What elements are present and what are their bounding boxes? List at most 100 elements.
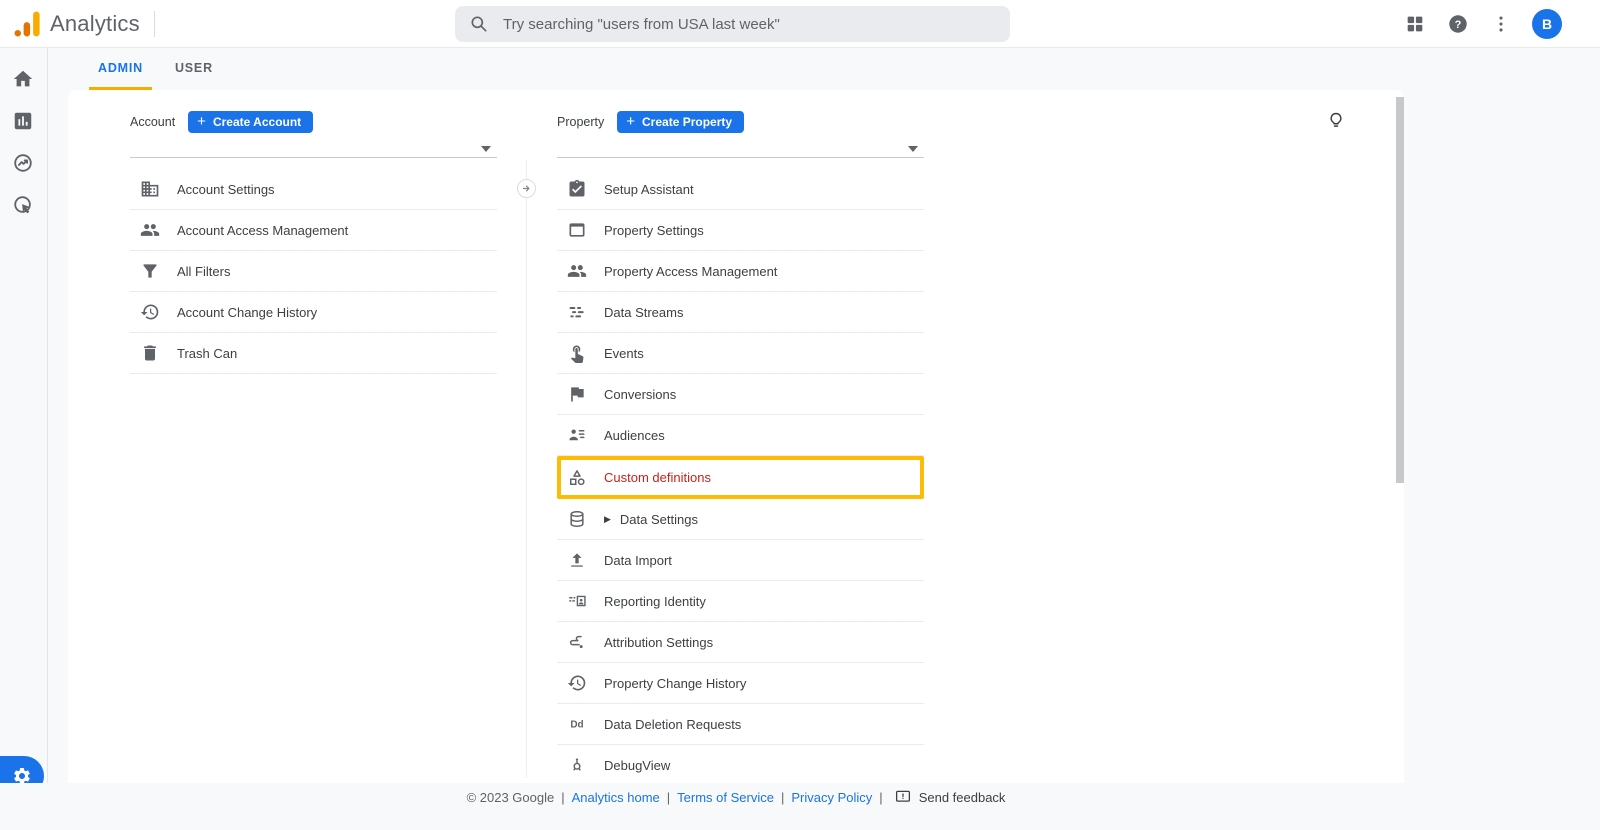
search-bar[interactable] bbox=[455, 6, 1010, 42]
top-bar: Analytics ? B bbox=[0, 0, 1600, 48]
account-column: Account + Create Account Account Setting… bbox=[130, 90, 497, 374]
menu-item-setup-assistant[interactable]: Setup Assistant bbox=[557, 169, 924, 210]
more-options-button[interactable] bbox=[1489, 12, 1513, 36]
menu-item-property-settings[interactable]: Property Settings bbox=[557, 210, 924, 251]
svg-text:Dd: Dd bbox=[570, 719, 583, 730]
create-property-button[interactable]: + Create Property bbox=[617, 111, 744, 133]
menu-item-label: Events bbox=[604, 346, 644, 361]
property-selector[interactable] bbox=[557, 137, 924, 158]
menu-item-label: Data Deletion Requests bbox=[604, 717, 741, 732]
apps-grid-button[interactable] bbox=[1403, 12, 1427, 36]
logo-divider bbox=[154, 11, 155, 37]
explore-icon bbox=[12, 152, 34, 174]
flag-icon bbox=[567, 384, 587, 404]
home-icon bbox=[12, 68, 34, 90]
arrow-right-icon bbox=[520, 182, 533, 195]
footer-separator: | bbox=[667, 790, 670, 805]
menu-item-label: Conversions bbox=[604, 387, 676, 402]
touch-icon bbox=[567, 343, 587, 363]
data-streams-icon bbox=[567, 302, 587, 322]
expand-arrow-icon[interactable]: ▶ bbox=[604, 514, 611, 525]
footer-separator: | bbox=[781, 790, 784, 805]
setup-assistant-icon bbox=[567, 179, 587, 199]
menu-item-data-settings[interactable]: ▶Data Settings bbox=[557, 499, 924, 540]
help-button[interactable]: ? bbox=[1446, 12, 1470, 36]
menu-item-label: Property Settings bbox=[604, 223, 704, 238]
topbar-actions: ? B bbox=[1403, 0, 1562, 48]
column-expand-button[interactable] bbox=[517, 179, 536, 198]
menu-item-data-deletion-requests[interactable]: Dd Data Deletion Requests bbox=[557, 704, 924, 745]
menu-item-all-filters[interactable]: All Filters bbox=[130, 251, 497, 292]
reporting-identity-icon bbox=[567, 591, 587, 611]
menu-item-label: Data Streams bbox=[604, 305, 683, 320]
property-menu: Setup Assistant Property Settings Property… bbox=[557, 169, 924, 783]
account-selector[interactable] bbox=[130, 137, 497, 158]
admin-tabs: ADMIN USER bbox=[89, 48, 236, 90]
tab-admin[interactable]: ADMIN bbox=[89, 48, 152, 90]
menu-item-label: Account Access Management bbox=[177, 223, 348, 238]
google-analytics-logo-icon bbox=[12, 9, 42, 39]
debug-icon bbox=[567, 755, 587, 775]
logo-area[interactable]: Analytics bbox=[0, 9, 155, 39]
search-icon bbox=[469, 14, 489, 34]
svg-text:?: ? bbox=[1455, 19, 1462, 31]
trash-icon bbox=[140, 343, 160, 363]
groups-icon bbox=[567, 261, 587, 281]
database-icon bbox=[567, 509, 587, 529]
footer-separator: | bbox=[561, 790, 564, 805]
history-icon bbox=[567, 673, 587, 693]
menu-item-label: Audiences bbox=[604, 428, 665, 443]
footer-content: © 2023 Google |Analytics home|Terms of S… bbox=[68, 783, 1404, 806]
footer-link-privacy-policy[interactable]: Privacy Policy bbox=[791, 790, 872, 805]
tips-button[interactable] bbox=[1325, 110, 1347, 132]
sidebar-item-explore[interactable] bbox=[12, 152, 36, 176]
account-menu: Account Settings Account Access Managemen… bbox=[130, 169, 497, 374]
menu-item-attribution-settings[interactable]: Attribution Settings bbox=[557, 622, 924, 663]
audiences-icon bbox=[567, 425, 587, 445]
property-label: Property bbox=[557, 115, 604, 129]
send-feedback-link[interactable]: Send feedback bbox=[919, 790, 1006, 805]
menu-item-audiences[interactable]: Audiences bbox=[557, 415, 924, 456]
avatar[interactable]: B bbox=[1532, 9, 1562, 39]
menu-item-label: Account Change History bbox=[177, 305, 317, 320]
sidebar-item-home[interactable] bbox=[12, 68, 36, 92]
tab-user[interactable]: USER bbox=[166, 48, 222, 90]
filter-icon bbox=[140, 261, 160, 281]
menu-item-label: Setup Assistant bbox=[604, 182, 694, 197]
menu-item-account-change-history[interactable]: Account Change History bbox=[130, 292, 497, 333]
account-header: Account + Create Account bbox=[130, 110, 497, 133]
search-input[interactable] bbox=[501, 15, 985, 34]
plus-icon: + bbox=[197, 114, 206, 129]
menu-item-account-settings[interactable]: Account Settings bbox=[130, 169, 497, 210]
menu-item-account-access-management[interactable]: Account Access Management bbox=[130, 210, 497, 251]
footer-separator: | bbox=[879, 790, 882, 805]
attribution-icon bbox=[567, 632, 587, 652]
admin-content-card: Account + Create Account Account Setting… bbox=[68, 90, 1404, 783]
create-account-button[interactable]: + Create Account bbox=[188, 111, 313, 133]
menu-item-property-access-management[interactable]: Property Access Management bbox=[557, 251, 924, 292]
dd-icon: Dd bbox=[567, 714, 587, 734]
menu-item-data-import[interactable]: Data Import bbox=[557, 540, 924, 581]
footer-link-terms-of-service[interactable]: Terms of Service bbox=[677, 790, 774, 805]
menu-item-events[interactable]: Events bbox=[557, 333, 924, 374]
plus-icon: + bbox=[626, 114, 635, 129]
menu-item-custom-definitions[interactable]: Custom definitions bbox=[557, 456, 924, 499]
product-name: Analytics bbox=[50, 11, 140, 37]
menu-item-reporting-identity[interactable]: Reporting Identity bbox=[557, 581, 924, 622]
menu-item-property-change-history[interactable]: Property Change History bbox=[557, 663, 924, 704]
menu-item-conversions[interactable]: Conversions bbox=[557, 374, 924, 415]
history-icon bbox=[140, 302, 160, 322]
menu-item-debugview[interactable]: DebugView bbox=[557, 745, 924, 783]
window-icon bbox=[567, 220, 587, 240]
app-sidebar bbox=[0, 48, 48, 830]
menu-item-label: All Filters bbox=[177, 264, 230, 279]
sidebar-icon-list bbox=[0, 48, 47, 218]
sidebar-item-reports[interactable] bbox=[12, 110, 36, 134]
property-column: Property + Create Property Setup Assista… bbox=[557, 90, 924, 783]
dropdown-caret-icon bbox=[908, 146, 918, 152]
sidebar-item-advertising[interactable] bbox=[12, 194, 36, 218]
footer-link-analytics-home[interactable]: Analytics home bbox=[572, 790, 660, 805]
menu-item-data-streams[interactable]: Data Streams bbox=[557, 292, 924, 333]
menu-item-trash-can[interactable]: Trash Can bbox=[130, 333, 497, 374]
vertical-scrollbar[interactable] bbox=[1396, 97, 1404, 483]
